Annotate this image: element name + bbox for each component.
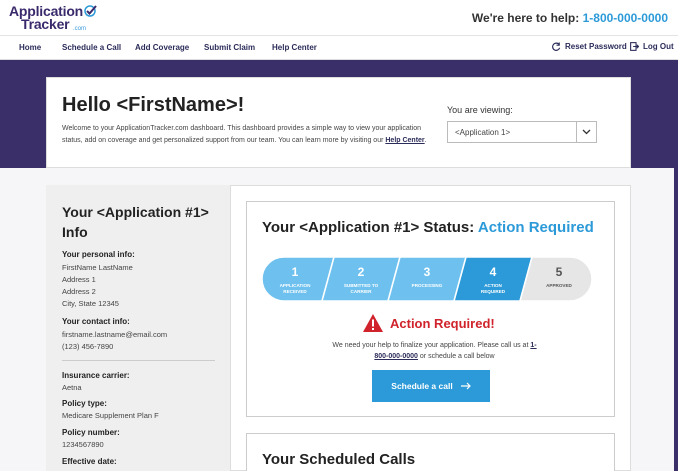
- welcome-paragraph: Welcome to your ApplicationTracker.com d…: [62, 125, 421, 144]
- arrow-right-icon: [460, 382, 471, 390]
- logo[interactable]: Application Tracker .com: [9, 3, 99, 33]
- step-3-number: 3: [424, 265, 431, 279]
- step-4-label: ACTION: [484, 283, 502, 288]
- step-4-shape: [453, 256, 533, 302]
- application-info-sidebar: Your <Application #1> Info Your personal…: [46, 185, 231, 471]
- carrier-value: Aetna: [62, 383, 82, 392]
- policy-number-value: 1234567890: [62, 440, 104, 449]
- scheduled-calls-card: Your Scheduled Calls: [246, 433, 615, 471]
- main-nav: Home Schedule a Call Add Coverage Submit…: [0, 36, 678, 60]
- nav-add-coverage[interactable]: Add Coverage: [135, 43, 189, 52]
- top-header: Application Tracker .com We're here to h…: [0, 0, 678, 36]
- contact-info-label: Your contact info:: [62, 317, 130, 326]
- personal-name: FirstName LastName: [62, 263, 133, 272]
- alert-message-end: or schedule a call below: [419, 353, 495, 360]
- step-3: 3 PROCESSING: [387, 256, 467, 302]
- info-title: Your <Application #1> Info: [62, 204, 209, 240]
- logout-label: Log Out: [643, 42, 674, 51]
- logout-icon: [630, 42, 639, 51]
- welcome-card: Hello <FirstName>! Welcome to your Appli…: [46, 77, 631, 168]
- welcome-period: .: [424, 137, 427, 144]
- step-5-number: 5: [556, 265, 563, 279]
- step-2-shape: [321, 256, 401, 302]
- policy-type-value: Medicare Supplement Plan F: [62, 411, 159, 420]
- help-center-link[interactable]: Help Center: [385, 137, 424, 144]
- step-5-label: APPROVED: [546, 283, 572, 288]
- logo-text-line2: Tracker: [21, 16, 70, 32]
- reset-password-link[interactable]: Reset Password: [552, 42, 627, 51]
- contact-phone: (123) 456-7890: [62, 342, 114, 351]
- help-text: We're here to help:: [471, 11, 580, 25]
- status-title: Your <Application #1> Status: Action Req…: [262, 219, 594, 236]
- step-3-label: PROCESSING: [412, 283, 443, 288]
- checkmark-icon: [84, 5, 97, 17]
- step-2: 2 SUBMITTED TOCARRIER: [321, 256, 401, 302]
- personal-address1: Address 1: [62, 275, 96, 284]
- step-4: 4 ACTIONREQUIRED: [453, 256, 533, 302]
- alert-title: Action Required!: [390, 315, 495, 331]
- refresh-icon: [552, 42, 561, 51]
- scheduled-calls-title: Your Scheduled Calls: [262, 451, 416, 468]
- info-divider: [62, 360, 215, 361]
- application-select-value: <Application 1>: [455, 128, 511, 137]
- step-2-label: CARRIER: [351, 289, 373, 294]
- step-1-label: RECEIVED: [283, 289, 307, 294]
- status-card: Your <Application #1> Status: Action Req…: [246, 201, 615, 417]
- chevron-down-icon[interactable]: [576, 122, 596, 142]
- step-4-label: REQUIRED: [481, 289, 506, 294]
- nav-home[interactable]: Home: [19, 43, 41, 52]
- viewing-label: You are viewing:: [447, 105, 513, 115]
- step-1-label: APPLICATION: [280, 283, 311, 288]
- step-5-shape: [519, 256, 592, 302]
- step-5: 5 APPROVED: [519, 256, 592, 302]
- application-select[interactable]: <Application 1>: [447, 121, 597, 143]
- carrier-label: Insurance carrier:: [62, 371, 130, 380]
- logo-suffix: .com: [73, 26, 87, 32]
- personal-city-state: City, State 12345: [62, 299, 119, 308]
- progress-stepper: 1 APPLICATIONRECEIVED 2 SUBMITTED TOCARRIER…: [262, 256, 592, 302]
- alert-message: We need your help to finalize your appli…: [327, 340, 542, 362]
- contact-email: firstname.lastname@email.com: [62, 330, 168, 339]
- personal-address2: Address 2: [62, 287, 96, 296]
- step-1-number: 1: [292, 265, 299, 279]
- warning-icon: [363, 314, 383, 332]
- nav-help-center[interactable]: Help Center: [272, 43, 317, 52]
- alert-row: Action Required!: [362, 312, 495, 334]
- step-2-number: 2: [358, 265, 365, 279]
- policy-number-label: Policy number:: [62, 428, 120, 437]
- side-accent-bar: [674, 60, 678, 471]
- schedule-call-label: Schedule a call: [391, 381, 453, 391]
- help-phone-link[interactable]: 1-800-000-0000: [583, 11, 668, 25]
- reset-password-label: Reset Password: [565, 42, 627, 51]
- effective-date-label: Effective date:: [62, 457, 117, 466]
- step-2-label: SUBMITTED TO: [344, 283, 379, 288]
- personal-info-label: Your personal info:: [62, 250, 135, 259]
- welcome-title: Hello <FirstName>!: [62, 94, 245, 116]
- nav-submit-claim[interactable]: Submit Claim: [204, 43, 255, 52]
- status-title-value: Action Required: [477, 219, 594, 236]
- step-3-shape: [387, 256, 467, 302]
- policy-type-label: Policy type:: [62, 399, 107, 408]
- logout-link[interactable]: Log Out: [630, 42, 674, 51]
- nav-schedule-call[interactable]: Schedule a Call: [62, 43, 121, 52]
- help-line: We're here to help: 1-800-000-0000: [472, 11, 668, 25]
- step-4-number: 4: [490, 265, 497, 279]
- schedule-call-button[interactable]: Schedule a call: [372, 370, 490, 402]
- alert-message-text: We need your help to finalize your appli…: [332, 342, 529, 349]
- status-title-prefix: Your <Application #1> Status:: [262, 219, 475, 236]
- welcome-text: Welcome to your ApplicationTracker.com d…: [62, 123, 427, 147]
